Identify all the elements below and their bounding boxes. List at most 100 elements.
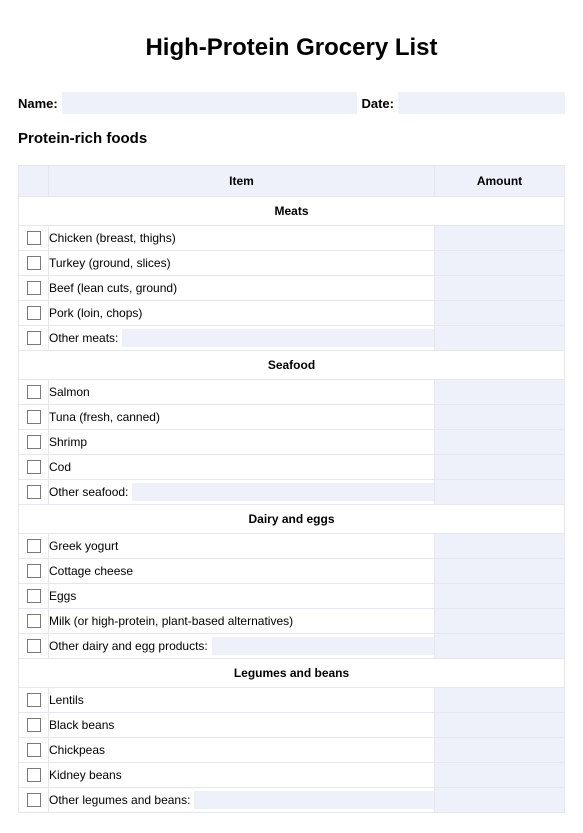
- item-label: Shrimp: [49, 435, 87, 449]
- check-cell: [19, 251, 49, 276]
- amount-input[interactable]: [435, 688, 564, 712]
- checkbox[interactable]: [27, 281, 41, 295]
- amount-cell: [435, 584, 565, 609]
- other-label: Other meats:: [49, 331, 118, 345]
- checkbox[interactable]: [27, 385, 41, 399]
- meta-row: Name: Date:: [18, 92, 565, 114]
- checkbox[interactable]: [27, 639, 41, 653]
- amount-input[interactable]: [435, 738, 564, 762]
- check-cell: [19, 584, 49, 609]
- checkbox[interactable]: [27, 231, 41, 245]
- amount-input[interactable]: [435, 326, 564, 350]
- amount-cell: [435, 788, 565, 813]
- checkbox[interactable]: [27, 331, 41, 345]
- check-cell: [19, 559, 49, 584]
- amount-input[interactable]: [435, 430, 564, 454]
- checkbox[interactable]: [27, 768, 41, 782]
- other-input[interactable]: [212, 637, 434, 655]
- other-input[interactable]: [194, 791, 434, 809]
- item-cell: Other seafood:: [49, 480, 435, 505]
- item-label: Cod: [49, 460, 71, 474]
- item-label: Cottage cheese: [49, 564, 133, 578]
- item-label: Chickpeas: [49, 743, 105, 757]
- checkbox[interactable]: [27, 306, 41, 320]
- item-row: Eggs: [19, 584, 565, 609]
- amount-cell: [435, 713, 565, 738]
- amount-input[interactable]: [435, 609, 564, 633]
- checkbox[interactable]: [27, 743, 41, 757]
- amount-input[interactable]: [435, 788, 564, 812]
- amount-cell: [435, 688, 565, 713]
- amount-input[interactable]: [435, 559, 564, 583]
- checkbox[interactable]: [27, 435, 41, 449]
- item-cell: Beef (lean cuts, ground): [49, 276, 435, 301]
- other-label: Other seafood:: [49, 485, 128, 499]
- other-label: Other dairy and egg products:: [49, 639, 208, 653]
- category-row: Seafood: [19, 351, 565, 380]
- amount-input[interactable]: [435, 455, 564, 479]
- check-cell: [19, 430, 49, 455]
- check-cell: [19, 301, 49, 326]
- item-label: Tuna (fresh, canned): [49, 410, 160, 424]
- item-row: Salmon: [19, 380, 565, 405]
- checkbox[interactable]: [27, 614, 41, 628]
- amount-cell: [435, 251, 565, 276]
- amount-input[interactable]: [435, 405, 564, 429]
- item-row: Pork (loin, chops): [19, 301, 565, 326]
- checkbox[interactable]: [27, 793, 41, 807]
- amount-input[interactable]: [435, 634, 564, 658]
- amount-input[interactable]: [435, 763, 564, 787]
- item-cell: Milk (or high-protein, plant-based alter…: [49, 609, 435, 634]
- item-row: Kidney beans: [19, 763, 565, 788]
- name-input[interactable]: [62, 92, 358, 114]
- col-amount-header: Amount: [435, 166, 565, 197]
- amount-input[interactable]: [435, 226, 564, 250]
- item-cell: Eggs: [49, 584, 435, 609]
- other-input[interactable]: [132, 483, 434, 501]
- check-cell: [19, 534, 49, 559]
- item-cell: Greek yogurt: [49, 534, 435, 559]
- amount-cell: [435, 226, 565, 251]
- item-cell: Other dairy and egg products:: [49, 634, 435, 659]
- item-label: Kidney beans: [49, 768, 122, 782]
- checkbox[interactable]: [27, 589, 41, 603]
- checkbox[interactable]: [27, 485, 41, 499]
- col-check-header: [19, 166, 49, 197]
- checkbox[interactable]: [27, 718, 41, 732]
- category-name: Legumes and beans: [19, 659, 565, 688]
- item-cell: Other meats:: [49, 326, 435, 351]
- item-cell: Cod: [49, 455, 435, 480]
- amount-input[interactable]: [435, 380, 564, 404]
- amount-input[interactable]: [435, 584, 564, 608]
- checkbox[interactable]: [27, 564, 41, 578]
- item-cell: Chickpeas: [49, 738, 435, 763]
- check-cell: [19, 738, 49, 763]
- amount-cell: [435, 763, 565, 788]
- name-label: Name:: [18, 96, 58, 111]
- checkbox[interactable]: [27, 256, 41, 270]
- category-name: Meats: [19, 197, 565, 226]
- amount-input[interactable]: [435, 534, 564, 558]
- item-cell: Salmon: [49, 380, 435, 405]
- item-row: Greek yogurt: [19, 534, 565, 559]
- check-cell: [19, 609, 49, 634]
- category-name: Seafood: [19, 351, 565, 380]
- date-label: Date:: [361, 96, 394, 111]
- amount-input[interactable]: [435, 480, 564, 504]
- col-item-header: Item: [49, 166, 435, 197]
- amount-cell: [435, 634, 565, 659]
- item-cell: Shrimp: [49, 430, 435, 455]
- amount-input[interactable]: [435, 251, 564, 275]
- amount-input[interactable]: [435, 713, 564, 737]
- checkbox[interactable]: [27, 539, 41, 553]
- checkbox[interactable]: [27, 693, 41, 707]
- item-cell: Tuna (fresh, canned): [49, 405, 435, 430]
- check-cell: [19, 405, 49, 430]
- other-input[interactable]: [122, 329, 434, 347]
- date-input[interactable]: [398, 92, 565, 114]
- amount-input[interactable]: [435, 276, 564, 300]
- amount-cell: [435, 276, 565, 301]
- amount-input[interactable]: [435, 301, 564, 325]
- checkbox[interactable]: [27, 410, 41, 424]
- checkbox[interactable]: [27, 460, 41, 474]
